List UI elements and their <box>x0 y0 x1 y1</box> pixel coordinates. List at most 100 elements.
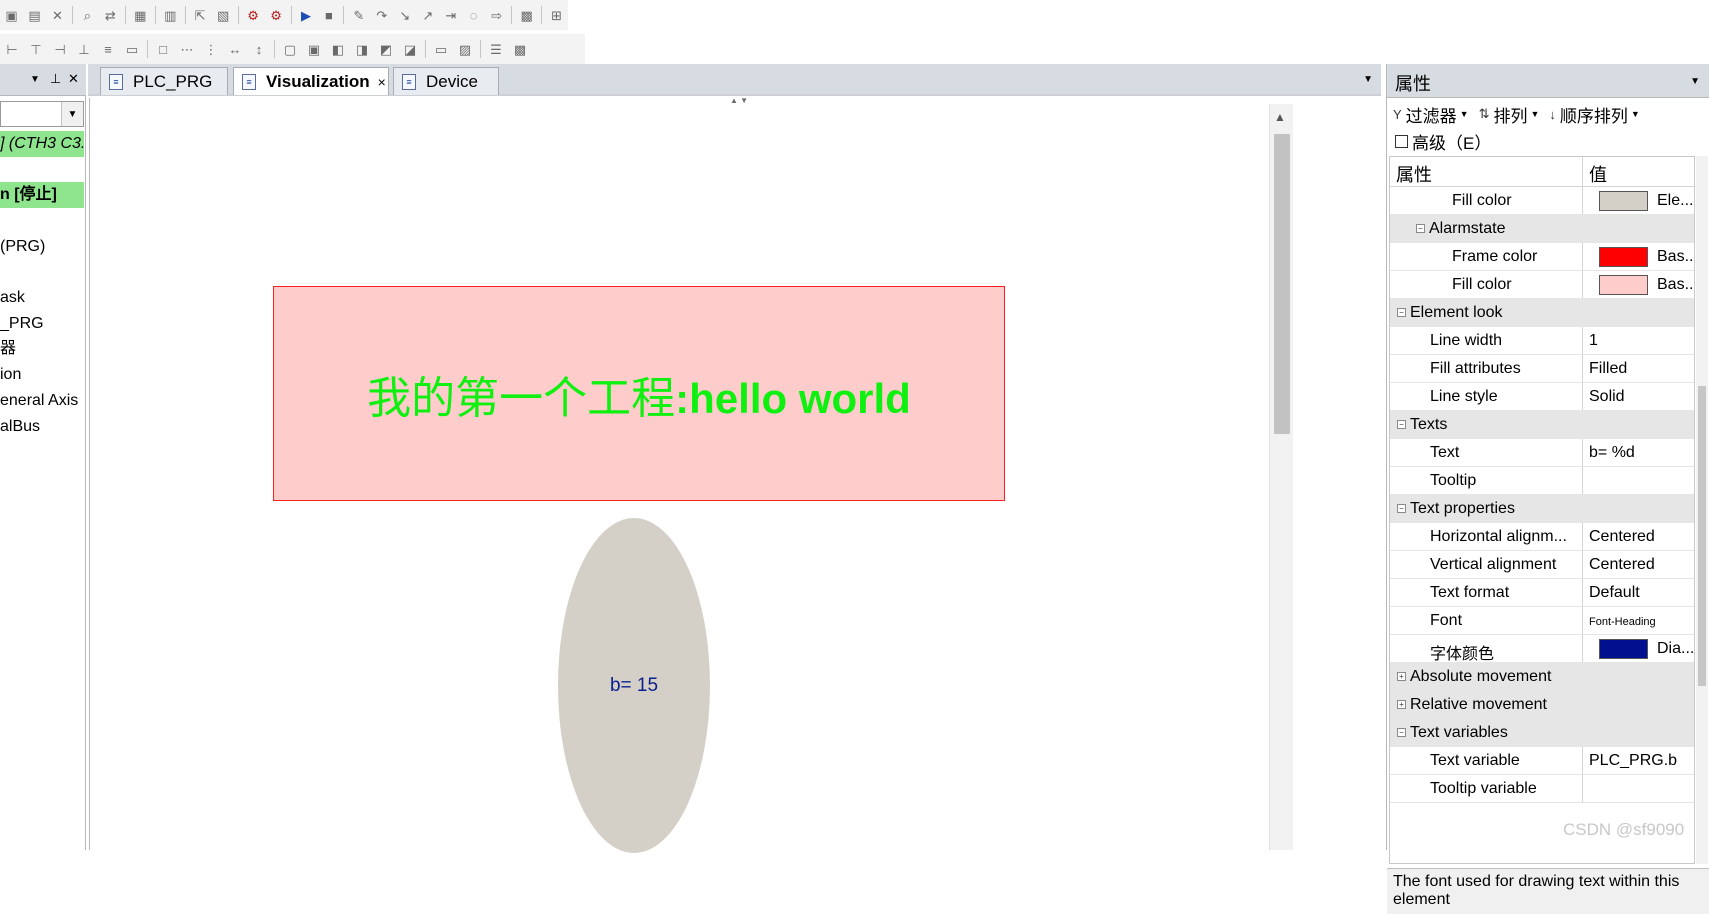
property-value[interactable]: Default <box>1589 584 1640 602</box>
step-into-icon[interactable]: ↘ <box>397 7 412 23</box>
property-column-header[interactable]: 属性 <box>1396 161 1432 187</box>
distribute-h-icon[interactable]: ⋯ <box>179 41 195 57</box>
tree-item[interactable]: ] (CTH3 C3. <box>0 131 84 157</box>
property-row[interactable]: Fill color Bas... <box>1390 271 1694 299</box>
logout-icon[interactable]: ⚙ <box>269 7 284 23</box>
delete-icon[interactable]: ✕ <box>50 7 65 23</box>
align-middle-icon[interactable]: ≡ <box>100 41 116 57</box>
visualization-editor[interactable]: ▲ ▼ 我的第一个工程:hello world b= 15 <box>89 96 1357 853</box>
print-icon[interactable]: ▦ <box>133 7 148 23</box>
panel-menu-icon[interactable]: ▼ <box>1690 76 1700 87</box>
tab-plc-prg[interactable]: ≡ PLC_PRG <box>100 67 228 95</box>
filter-dropdown[interactable]: Y 过滤器 ▼ <box>1393 102 1469 127</box>
property-value[interactable]: Ele... <box>1657 192 1693 210</box>
build-icon[interactable]: ✎ <box>351 7 366 23</box>
stop-icon[interactable]: ■ <box>321 7 336 23</box>
collapse-icon[interactable]: − <box>1416 224 1425 233</box>
distribute-v-icon[interactable]: ⋮ <box>203 41 219 57</box>
rectangle-element[interactable]: 我的第一个工程:hello world <box>273 286 1005 501</box>
ungroup-icon[interactable]: ▣ <box>306 41 322 57</box>
next-statement-icon[interactable]: ⇨ <box>489 7 504 23</box>
collapse-icon[interactable]: − <box>1397 420 1406 429</box>
group-icon[interactable]: ▢ <box>282 41 298 57</box>
align-top-icon[interactable]: ⊥ <box>76 41 92 57</box>
tree-item[interactable]: n [停止] <box>0 182 84 208</box>
tree-item[interactable]: _PRG <box>0 311 84 337</box>
advanced-toggle[interactable]: 高级（E） <box>1395 130 1491 153</box>
advanced-checkbox[interactable] <box>1395 134 1408 148</box>
property-value[interactable]: Filled <box>1589 360 1627 378</box>
property-category[interactable]: − Texts <box>1390 411 1694 439</box>
export-icon[interactable]: ⇱ <box>193 7 208 23</box>
ellipse-element[interactable]: b= 15 <box>558 518 710 853</box>
expand-icon[interactable]: + <box>1397 672 1406 681</box>
cart-icon[interactable]: ⊞ <box>549 7 564 23</box>
space-v-icon[interactable]: ↕ <box>251 41 267 57</box>
property-value[interactable]: Bas... <box>1657 248 1694 266</box>
property-category[interactable]: − Text properties <box>1390 495 1694 523</box>
monitor-icon[interactable]: ▧ <box>216 7 231 23</box>
property-row[interactable]: Text variable PLC_PRG.b <box>1390 747 1694 775</box>
start-icon[interactable]: ▶ <box>298 7 313 23</box>
property-value[interactable]: Font-Heading <box>1589 616 1656 628</box>
tree-item[interactable]: 器 <box>0 336 84 362</box>
property-row[interactable]: Fill attributes Filled <box>1390 355 1694 383</box>
tree-item[interactable]: ion <box>0 362 84 388</box>
align-right-icon[interactable]: ⊣ <box>52 41 68 57</box>
config-icon[interactable]: ▩ <box>512 41 528 57</box>
property-row[interactable]: Frame color Bas... <box>1390 243 1694 271</box>
device-tree-combo[interactable]: ▼ <box>0 101 84 127</box>
property-row[interactable]: Text format Default <box>1390 579 1694 607</box>
align-bottom-icon[interactable]: ▭ <box>124 41 140 57</box>
property-row[interactable]: Vertical alignment Centered <box>1390 551 1694 579</box>
property-category[interactable]: − Element look <box>1390 299 1694 327</box>
property-value[interactable]: 1 <box>1589 332 1598 350</box>
tab-device[interactable]: ≡ Device <box>393 67 499 95</box>
property-value[interactable]: Dia... <box>1657 640 1694 658</box>
pin-icon[interactable]: ⊥ <box>50 71 61 87</box>
send-backward-icon[interactable]: ◪ <box>402 41 418 57</box>
scroll-up-icon[interactable]: ▲ <box>1274 110 1286 124</box>
property-grid-scrollbar[interactable] <box>1696 156 1708 864</box>
property-category[interactable]: + Relative movement <box>1390 691 1694 719</box>
color-swatch[interactable] <box>1599 247 1648 267</box>
property-value[interactable]: Centered <box>1589 528 1655 546</box>
close-icon[interactable]: ✕ <box>68 71 79 87</box>
property-row[interactable]: Line style Solid <box>1390 383 1694 411</box>
add-object-icon[interactable]: ▥ <box>163 7 178 23</box>
send-back-icon[interactable]: ◨ <box>354 41 370 57</box>
step-out-icon[interactable]: ↗ <box>420 7 435 23</box>
panel-menu-icon[interactable]: ▼ <box>30 74 40 85</box>
tab-list-dropdown-icon[interactable]: ▼ <box>1363 74 1373 85</box>
property-row[interactable]: Text b= %d <box>1390 439 1694 467</box>
color-swatch[interactable] <box>1599 639 1648 659</box>
tree-item[interactable]: eneral Axis <box>0 388 84 414</box>
property-category[interactable]: + Absolute movement <box>1390 663 1694 691</box>
tree-item[interactable]: (PRG) <box>0 234 84 260</box>
property-row[interactable]: Fill color Ele... <box>1390 187 1694 215</box>
tree-item[interactable]: alBus <box>0 414 84 440</box>
property-row[interactable]: 字体颜色 Dia... <box>1390 635 1694 663</box>
display-mode-icon[interactable]: ▩ <box>519 7 534 23</box>
color-swatch[interactable] <box>1599 275 1648 295</box>
property-row[interactable]: Tooltip variable <box>1390 775 1694 803</box>
tree-item[interactable]: ask <box>0 285 84 311</box>
run-to-cursor-icon[interactable]: ⇥ <box>443 7 458 23</box>
property-row[interactable]: Tooltip <box>1390 467 1694 495</box>
bring-front-icon[interactable]: ◧ <box>330 41 346 57</box>
paste-icon[interactable]: ▣ <box>4 7 19 23</box>
scrollbar-thumb[interactable] <box>1274 134 1290 434</box>
property-value[interactable]: PLC_PRG.b <box>1589 752 1677 770</box>
splitter-arrows-icon[interactable]: ▲ ▼ <box>730 96 748 105</box>
login-icon[interactable]: ⚙ <box>246 7 261 23</box>
background-icon[interactable]: ▨ <box>457 41 473 57</box>
property-row[interactable]: Line width 1 <box>1390 327 1694 355</box>
find-icon[interactable]: ⌕ <box>80 7 95 23</box>
property-row[interactable]: Font Font-Heading <box>1390 607 1694 635</box>
replace-icon[interactable]: ⇄ <box>103 7 118 23</box>
property-value[interactable]: Solid <box>1589 388 1625 406</box>
chevron-down-icon[interactable]: ▼ <box>61 102 83 126</box>
scrollbar-thumb[interactable] <box>1698 386 1706 686</box>
color-swatch[interactable] <box>1599 191 1648 211</box>
align-center-icon[interactable]: ⊤ <box>28 41 44 57</box>
